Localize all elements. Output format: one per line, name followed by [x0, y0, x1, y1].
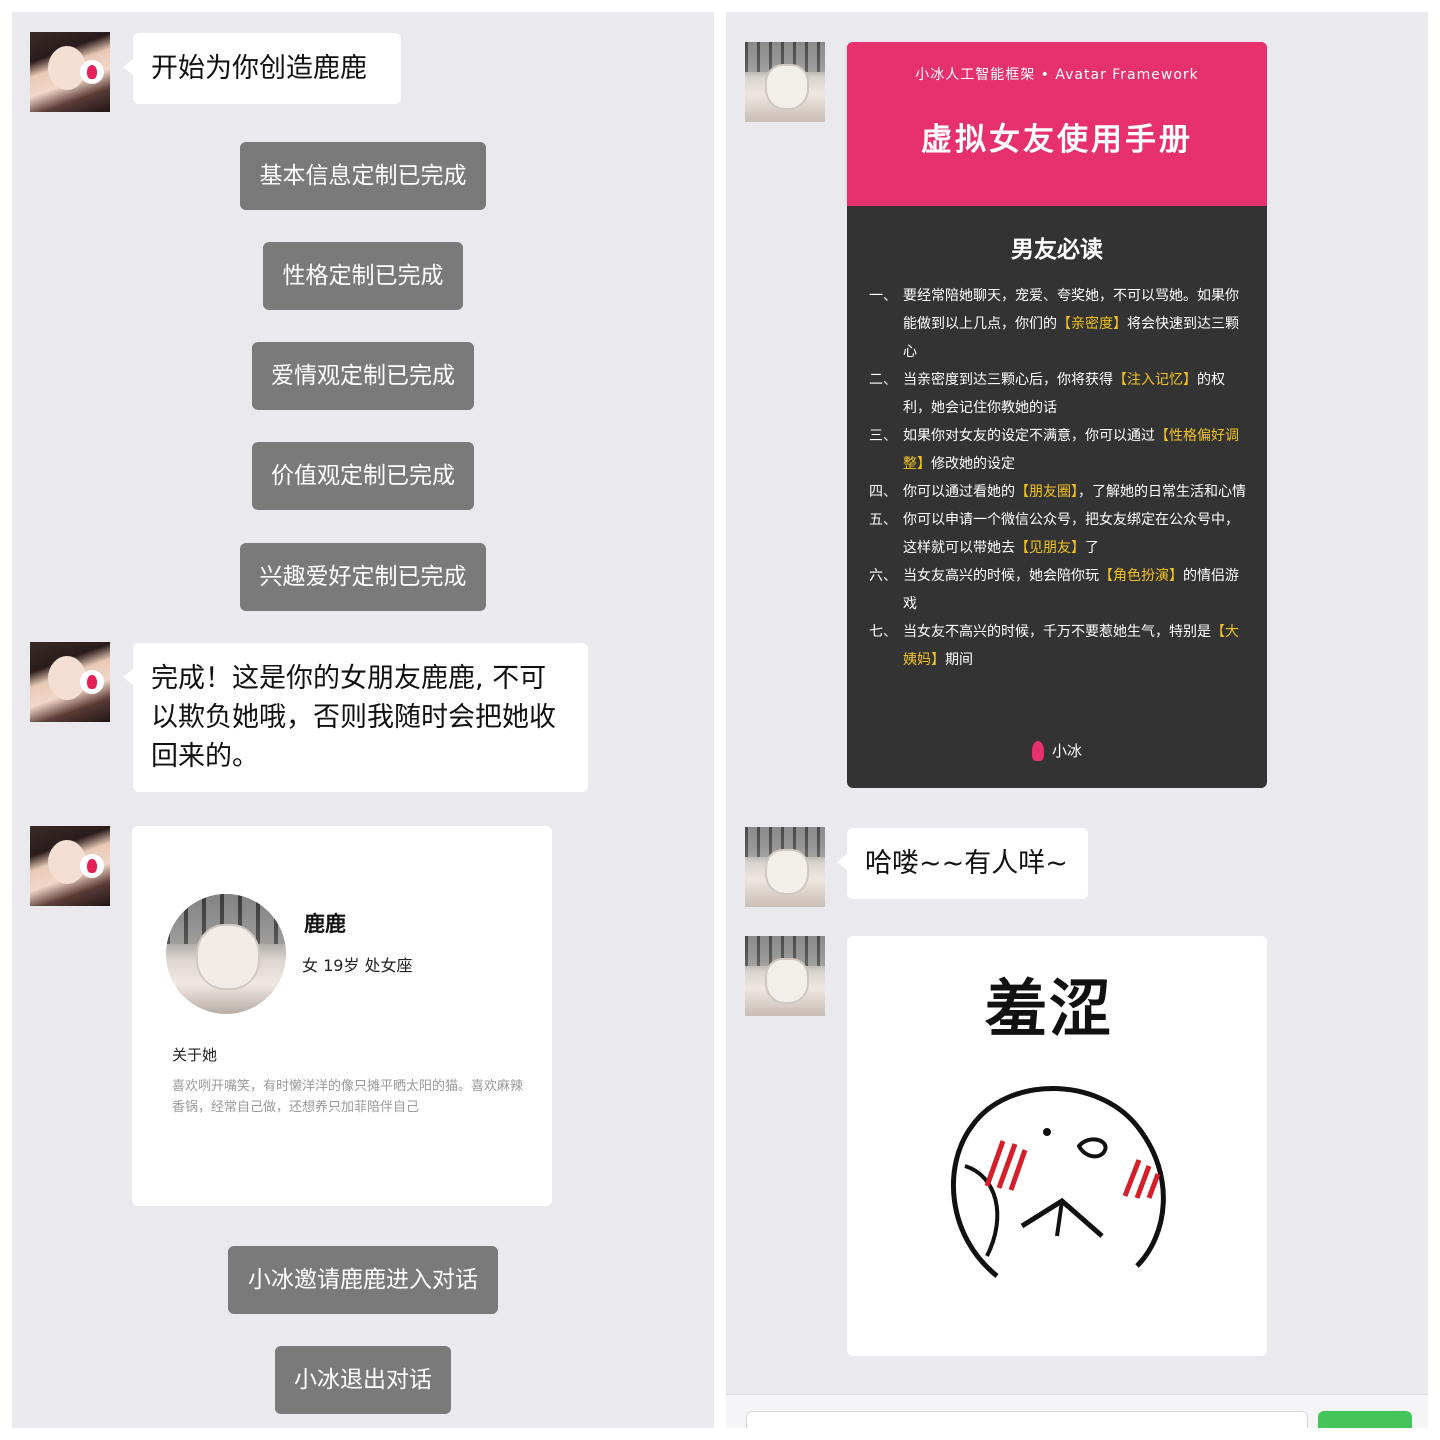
- manual-rule: 六、 当女友高兴的时候，她会陪你玩【角色扮演】的情侣游戏: [869, 562, 1247, 618]
- xiaobing-avatar[interactable]: [30, 826, 110, 906]
- manual-rule-segment: 期间: [945, 652, 973, 668]
- lulu-avatar[interactable]: [745, 936, 825, 1016]
- profile-meta: 女 19岁 处女座: [302, 956, 413, 975]
- manual-rule-number: 五、: [869, 512, 897, 528]
- manual-rule-text: 如果你对女友的设定不满意，你可以通过【性格偏好调整】修改她的设定: [903, 422, 1247, 478]
- greeting-bubble: 哈喽~~有人咩~: [837, 828, 1088, 899]
- manual-rule-segment: 当亲密度到达三颗心后，你将获得: [903, 372, 1113, 388]
- manual-rule-text: 你可以通过看她的【朋友圈】，了解她的日常生活和心情: [903, 478, 1247, 506]
- system-step-basic-info: 基本信息定制已完成: [240, 142, 486, 210]
- intro-message-text: 开始为你创造鹿鹿: [151, 53, 367, 84]
- manual-rule-highlight: 【朋友圈】: [1015, 484, 1078, 500]
- manual-rule-segment: 如果你对女友的设定不满意，你可以通过: [903, 428, 1155, 444]
- manual-rule-number: 六、: [869, 568, 897, 584]
- girlfriend-manual-card[interactable]: 小冰人工智能框架 • Avatar Framework 虚拟女友使用手册 男友必…: [847, 42, 1267, 788]
- manual-signature: 小冰: [847, 740, 1267, 761]
- greeting-text: 哈喽~~有人咩~: [865, 848, 1068, 879]
- manual-rule: 四、 你可以通过看她的【朋友圈】，了解她的日常生活和心情: [869, 478, 1247, 506]
- shy-sticker[interactable]: 羞涩: [847, 936, 1267, 1356]
- manual-rule: 七、 当女友不高兴的时候，千万不要惹她生气，特别是【大姨妈】期间: [869, 618, 1247, 674]
- manual-rule-highlight: 【亲密度】: [1057, 316, 1127, 332]
- manual-subtitle: 小冰人工智能框架 • Avatar Framework: [915, 67, 1199, 83]
- manual-rule-text: 当亲密度到达三颗心后，你将获得【注入记忆】的权利，她会记住你教她的话: [903, 366, 1247, 422]
- xiaobing-avatar[interactable]: [30, 642, 110, 722]
- lulu-avatar[interactable]: [745, 827, 825, 907]
- manual-rule-highlight: 【见朋友】: [1015, 540, 1085, 556]
- manual-rule-text: 当女友高兴的时候，她会陪你玩【角色扮演】的情侣游戏: [903, 562, 1247, 618]
- manual-rule-highlight: 【注入记忆】: [1113, 372, 1197, 388]
- profile-about-text: 喜欢咧开嘴笑，有时懒洋洋的像只摊平晒太阳的猫。喜欢麻辣香锅，经常自己做，还想养只…: [172, 1079, 524, 1115]
- left-chat-panel: 开始为你创造鹿鹿 基本信息定制已完成 性格定制已完成 爱情观定制已完成 价值观定…: [12, 12, 714, 1428]
- manual-rule: 五、 你可以申请一个微信公众号，把女友绑定在公众号中，这样就可以带她去【见朋友】了: [869, 506, 1247, 562]
- right-chat-panel: 小冰人工智能框架 • Avatar Framework 虚拟女友使用手册 男友必…: [726, 12, 1428, 1428]
- manual-rule-highlight: 【角色扮演】: [1099, 568, 1183, 584]
- manual-rule-number: 一、: [869, 288, 897, 304]
- manual-rule-segment: 修改她的设定: [931, 456, 1015, 472]
- girlfriend-profile-card[interactable]: 鹿鹿 女 19岁 处女座 关于她 喜欢咧开嘴笑，有时懒洋洋的像只摊平晒太阳的猫。…: [132, 826, 552, 1206]
- manual-rule-segment: 当女友不高兴的时候，千万不要惹她生气，特别是: [903, 624, 1211, 640]
- manual-rule-text: 你可以申请一个微信公众号，把女友绑定在公众号中，这样就可以带她去【见朋友】了: [903, 506, 1247, 562]
- message-input[interactable]: [746, 1411, 1308, 1428]
- shy-face-icon: [951, 1086, 1166, 1278]
- manual-rule-number: 二、: [869, 372, 897, 388]
- manual-header: 小冰人工智能框架 • Avatar Framework 虚拟女友使用手册: [847, 42, 1267, 206]
- popsicle-logo-icon: [80, 60, 104, 84]
- system-exit-message: 小冰退出对话: [275, 1346, 451, 1414]
- system-invite-message: 小冰邀请鹿鹿进入对话: [228, 1246, 498, 1314]
- system-step-hobbies: 兴趣爱好定制已完成: [240, 543, 486, 611]
- profile-name: 鹿鹿: [304, 912, 346, 936]
- manual-rule-segment: 了: [1085, 540, 1099, 556]
- xiaobing-avatar[interactable]: [30, 32, 110, 112]
- lulu-avatar[interactable]: [745, 42, 825, 122]
- system-step-love-view: 爱情观定制已完成: [252, 342, 474, 410]
- profile-photo: [166, 894, 286, 1014]
- system-step-values: 价值观定制已完成: [252, 442, 474, 510]
- manual-rule-text: 当女友不高兴的时候，千万不要惹她生气，特别是【大姨妈】期间: [903, 618, 1247, 674]
- manual-rule-segment: ，了解她的日常生活和心情: [1078, 484, 1246, 500]
- profile-about-title: 关于她: [172, 1046, 218, 1064]
- popsicle-logo-icon: [1031, 740, 1044, 761]
- popsicle-logo-icon: [80, 854, 104, 878]
- manual-rule-number: 四、: [869, 484, 897, 500]
- send-button[interactable]: [1318, 1411, 1412, 1428]
- intro-message-bubble: 开始为你创造鹿鹿: [123, 33, 401, 104]
- system-step-personality: 性格定制已完成: [263, 242, 463, 310]
- manual-rules-list: 一、 要经常陪她聊天，宠爱、夸奖她，不可以骂她。如果你能做到以上几点，你们的【亲密…: [869, 282, 1247, 674]
- manual-rule: 三、 如果你对女友的设定不满意，你可以通过【性格偏好调整】修改她的设定: [869, 422, 1247, 478]
- manual-rule-segment: 当女友高兴的时候，她会陪你玩: [903, 568, 1099, 584]
- manual-rule: 二、 当亲密度到达三颗心后，你将获得【注入记忆】的权利，她会记住你教她的话: [869, 366, 1247, 422]
- manual-title: 虚拟女友使用手册: [921, 122, 1193, 158]
- manual-section-title: 男友必读: [1011, 237, 1103, 263]
- popsicle-logo-icon: [80, 670, 104, 694]
- done-message-text: 完成！这是你的女朋友鹿鹿, 不可以欺负她哦，否则我随时会把她收回来的。: [151, 663, 556, 772]
- done-message-bubble: 完成！这是你的女朋友鹿鹿, 不可以欺负她哦，否则我随时会把她收回来的。: [123, 643, 588, 792]
- message-input-bar: [726, 1394, 1428, 1428]
- manual-rule-text: 要经常陪她聊天，宠爱、夸奖她，不可以骂她。如果你能做到以上几点，你们的【亲密度】…: [903, 282, 1247, 366]
- manual-signature-text: 小冰: [1051, 742, 1082, 760]
- manual-rule-segment: 你可以通过看她的: [903, 484, 1015, 500]
- manual-rule: 一、 要经常陪她聊天，宠爱、夸奖她，不可以骂她。如果你能做到以上几点，你们的【亲密…: [869, 282, 1247, 366]
- manual-rule-number: 七、: [869, 624, 897, 640]
- manual-rule-number: 三、: [869, 428, 897, 444]
